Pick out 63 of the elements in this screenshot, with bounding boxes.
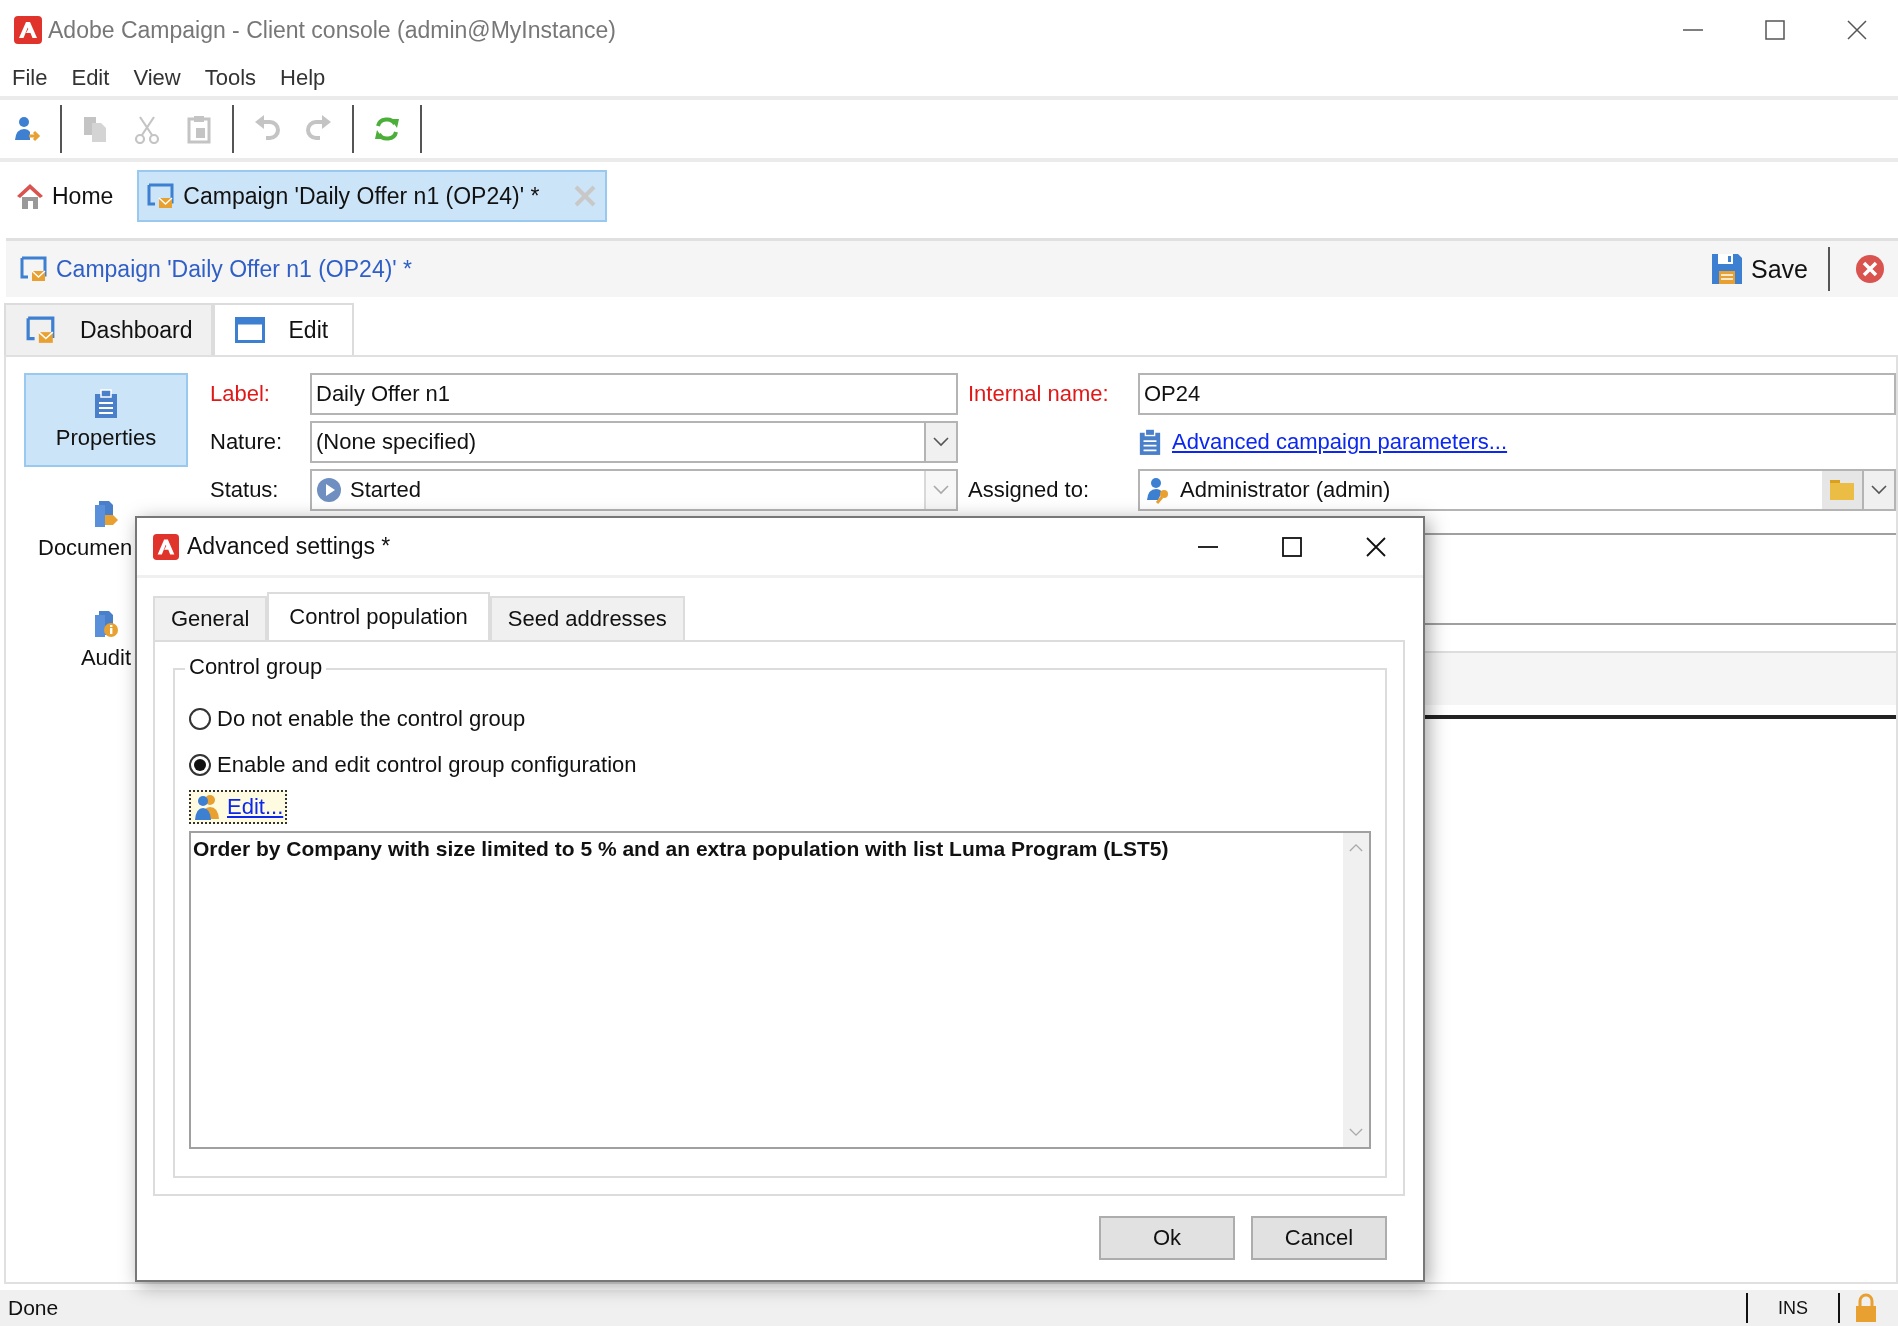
nature-dropdown[interactable]: (None specified) xyxy=(310,421,958,463)
menu-item[interactable]: Help xyxy=(268,65,338,91)
clipboard-icon xyxy=(1138,428,1162,456)
document-tag-icon xyxy=(92,499,120,529)
menu-item[interactable]: View xyxy=(121,65,193,91)
folder-icon[interactable] xyxy=(1830,480,1854,500)
chevron-down-icon xyxy=(933,485,949,495)
scrollbar[interactable] xyxy=(1343,833,1369,1147)
menu-item[interactable]: Edit xyxy=(59,65,122,91)
field-label: Internal name: xyxy=(968,381,1110,407)
save-button[interactable]: Save xyxy=(1711,247,1830,291)
field-label: Label: xyxy=(210,381,271,407)
menu-item[interactable]: File xyxy=(0,65,60,91)
scroll-up-icon[interactable] xyxy=(1349,843,1363,852)
campaign-icon xyxy=(147,182,176,210)
users-icon xyxy=(193,793,221,821)
radio-label[interactable]: Do not enable the control group xyxy=(217,706,526,732)
field-label: Status: xyxy=(210,477,280,503)
play-circle-icon xyxy=(316,477,342,503)
edit-link[interactable]: Edit... xyxy=(189,790,288,824)
document-tab[interactable]: Campaign 'Daily Offer n1 (OP24)' * xyxy=(137,170,608,222)
chevron-down-icon xyxy=(1871,485,1887,495)
campaign-title: Campaign 'Daily Offer n1 (OP24)' * xyxy=(56,255,414,283)
field-label: Nature: xyxy=(210,429,284,455)
window-icon xyxy=(234,317,265,343)
insert-mode-indicator: INS xyxy=(1777,1297,1809,1319)
chevron-down-icon xyxy=(933,437,949,447)
summary-box[interactable]: Order by Company with size limited to 5 % and an extra population with list Luma Program (LST5) xyxy=(189,831,1371,1149)
dialog-button[interactable]: Ok xyxy=(1099,1216,1235,1260)
sidebar-item[interactable]: Properties xyxy=(24,373,188,467)
padlock-icon xyxy=(1854,1293,1878,1323)
advanced-parameters-link[interactable]: Advanced campaign parameters... xyxy=(1172,429,1508,455)
close-circle-icon xyxy=(1856,255,1884,283)
dialog-button[interactable]: Cancel xyxy=(1251,1216,1387,1260)
monitor-icon xyxy=(26,315,56,345)
close-icon[interactable] xyxy=(1365,535,1387,558)
label-field[interactable]: Daily Offer n1 xyxy=(310,373,958,415)
document-tab[interactable]: Home xyxy=(6,170,124,222)
assigned-to-field[interactable]: Administrator (admin) xyxy=(1138,469,1896,511)
dialog-title: Advanced settings * xyxy=(187,533,392,560)
field-label: Assigned to: xyxy=(968,477,1091,503)
dialog-tab[interactable]: Control population xyxy=(267,592,490,640)
dialog-tab[interactable]: General xyxy=(153,596,268,640)
app-logo-icon xyxy=(14,16,42,44)
clipboard-icon xyxy=(93,389,119,419)
view-tab[interactable]: Dashboard xyxy=(4,303,213,355)
home-icon xyxy=(16,182,44,210)
campaign-icon xyxy=(20,255,48,283)
menu-item[interactable]: Tools xyxy=(192,65,269,91)
scroll-down-icon[interactable] xyxy=(1349,1128,1363,1137)
sidebar-item[interactable]: Documen xyxy=(24,483,188,577)
radio-button[interactable] xyxy=(189,708,211,730)
radio-button[interactable] xyxy=(189,754,211,776)
internal-name-field[interactable]: OP24 xyxy=(1138,373,1896,415)
document-info-icon xyxy=(92,609,120,639)
app-logo-icon xyxy=(153,533,179,560)
close-icon[interactable] xyxy=(1846,19,1868,41)
status-text: Done xyxy=(7,1296,60,1320)
radio-label[interactable]: Enable and edit control group configuration xyxy=(217,752,637,778)
dialog-tab[interactable]: Seed addresses xyxy=(489,596,685,640)
view-tab[interactable]: Edit xyxy=(212,303,355,355)
maximize-icon[interactable] xyxy=(1281,535,1303,558)
window-title: Adobe Campaign - Client console (admin@MyInstance) xyxy=(48,16,617,44)
